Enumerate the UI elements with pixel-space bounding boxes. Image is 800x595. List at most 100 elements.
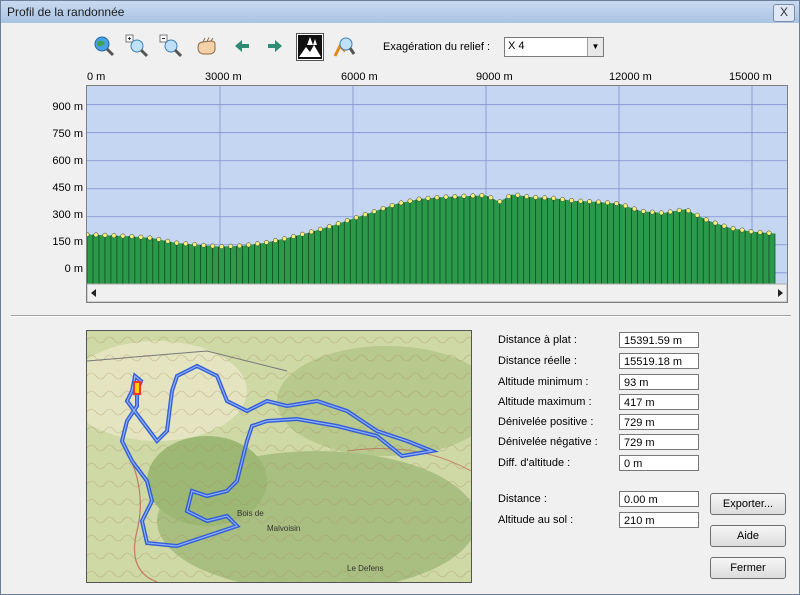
elevation-point <box>326 224 332 229</box>
locate-point-icon <box>333 37 356 57</box>
elevation-point <box>622 203 628 209</box>
elevation-point <box>120 233 126 239</box>
elevation-point <box>497 199 503 204</box>
elevation-point <box>640 208 646 214</box>
elevation-point <box>766 230 772 236</box>
map-label: Bois de <box>237 509 264 518</box>
arrow-right-icon <box>268 40 282 52</box>
start-flag-icon <box>133 381 141 395</box>
window-title: Profil de la randonnée <box>7 5 125 19</box>
elevation-point <box>524 194 530 200</box>
divider <box>11 315 791 317</box>
y-tick-label: 150 m <box>52 236 83 248</box>
export-button[interactable]: Exporter... <box>710 493 786 515</box>
elevation-point <box>703 217 709 223</box>
previous-button[interactable] <box>229 33 255 59</box>
elevation-point <box>255 241 260 247</box>
zoom-out-icon <box>159 34 183 58</box>
x-tick-label: 9000 m <box>476 71 513 83</box>
positive-gain-label: Dénivelée positive : <box>498 416 594 428</box>
close-window-button[interactable]: X <box>773 4 795 22</box>
elevation-point <box>111 233 117 239</box>
elevation-point <box>174 240 180 246</box>
globe-zoom-button[interactable] <box>91 33 117 59</box>
elevation-point <box>290 234 296 239</box>
close-button[interactable]: Fermer <box>710 557 786 579</box>
elevation-point <box>434 195 440 200</box>
relief-label: Exagération du relief : <box>383 41 491 53</box>
pan-button[interactable] <box>194 33 220 59</box>
map-label: Le Defens <box>347 564 383 573</box>
elevation-point <box>739 227 745 233</box>
elevation-point <box>398 200 404 206</box>
elevation-point <box>102 232 108 238</box>
elevation-point <box>479 192 485 198</box>
real-distance-value: 15519.18 m <box>619 353 699 369</box>
elevation-point <box>649 209 655 215</box>
locate-point-button[interactable] <box>331 33 357 59</box>
elevation-point <box>335 221 341 227</box>
chevron-down-icon[interactable]: ▼ <box>587 38 603 56</box>
elevation-point <box>147 235 153 241</box>
negative-gain-label: Dénivelée négative : <box>498 436 598 448</box>
elevation-point <box>596 199 601 205</box>
elevation-point <box>273 238 278 244</box>
help-button[interactable]: Aide <box>710 525 786 547</box>
elevation-point <box>605 200 610 206</box>
elevation-point <box>667 209 673 215</box>
next-button[interactable] <box>262 33 288 59</box>
elevation-point <box>183 241 189 247</box>
x-tick-label: 15000 m <box>729 71 772 83</box>
elevation-point <box>470 193 476 199</box>
elevation-point <box>138 234 144 240</box>
altitude-diff-value: 0 m <box>619 455 699 471</box>
title-bar[interactable]: Profil de la randonnée X <box>1 1 799 23</box>
elevation-point <box>551 195 557 201</box>
horizontal-scrollbar <box>87 283 787 302</box>
elevation-point <box>533 194 539 200</box>
close-icon: X <box>779 5 788 19</box>
elevation-point <box>712 220 718 226</box>
elevation-point <box>353 215 359 220</box>
elevation-point <box>210 243 216 249</box>
elevation-point <box>542 195 548 201</box>
elevation-point <box>631 206 637 212</box>
elevation-point <box>344 218 350 224</box>
arrow-left-icon <box>235 40 249 52</box>
ground-altitude-label: Altitude au sol : <box>498 514 574 526</box>
elevation-point <box>192 242 198 247</box>
zoom-out-button[interactable] <box>158 33 184 59</box>
flat-distance-value: 15391.59 m <box>619 332 699 348</box>
relief-select-value: X 4 <box>508 40 525 52</box>
elevation-point <box>757 229 763 235</box>
elevation-point <box>721 223 727 229</box>
elevation-point <box>569 198 575 203</box>
relief-toggle-button[interactable] <box>296 33 324 61</box>
profile-plot[interactable] <box>87 86 787 302</box>
map-label: Malvoisin <box>267 524 300 533</box>
elevation-point <box>156 236 162 242</box>
elevation-point <box>488 195 494 201</box>
elevation-point <box>389 202 395 208</box>
y-tick-label: 900 m <box>52 101 83 113</box>
elevation-point <box>362 212 368 217</box>
real-distance-label: Distance réelle : <box>498 355 577 367</box>
elevation-profile-chart[interactable] <box>86 85 788 303</box>
y-tick-label: 750 m <box>52 128 83 140</box>
elevation-point <box>658 210 664 216</box>
relief-select[interactable]: X 4 ▼ <box>504 37 604 57</box>
relief-trees-icon <box>298 35 322 59</box>
elevation-point <box>515 192 521 198</box>
elevation-point <box>748 229 754 234</box>
elevation-point <box>201 242 207 248</box>
negative-gain-value: 729 m <box>619 434 699 450</box>
elevation-point <box>219 244 225 250</box>
y-tick-label: 300 m <box>52 209 83 221</box>
profile-window: Profil de la randonnée X Exagération du … <box>0 0 800 595</box>
zoom-in-button[interactable] <box>124 33 150 59</box>
distance-value: 0.00 m <box>619 491 699 507</box>
route-map[interactable]: Bois de Malvoisin Le Defens <box>86 330 472 583</box>
elevation-point <box>237 243 243 249</box>
x-tick-label: 3000 m <box>205 71 242 83</box>
elevation-point <box>371 209 377 214</box>
